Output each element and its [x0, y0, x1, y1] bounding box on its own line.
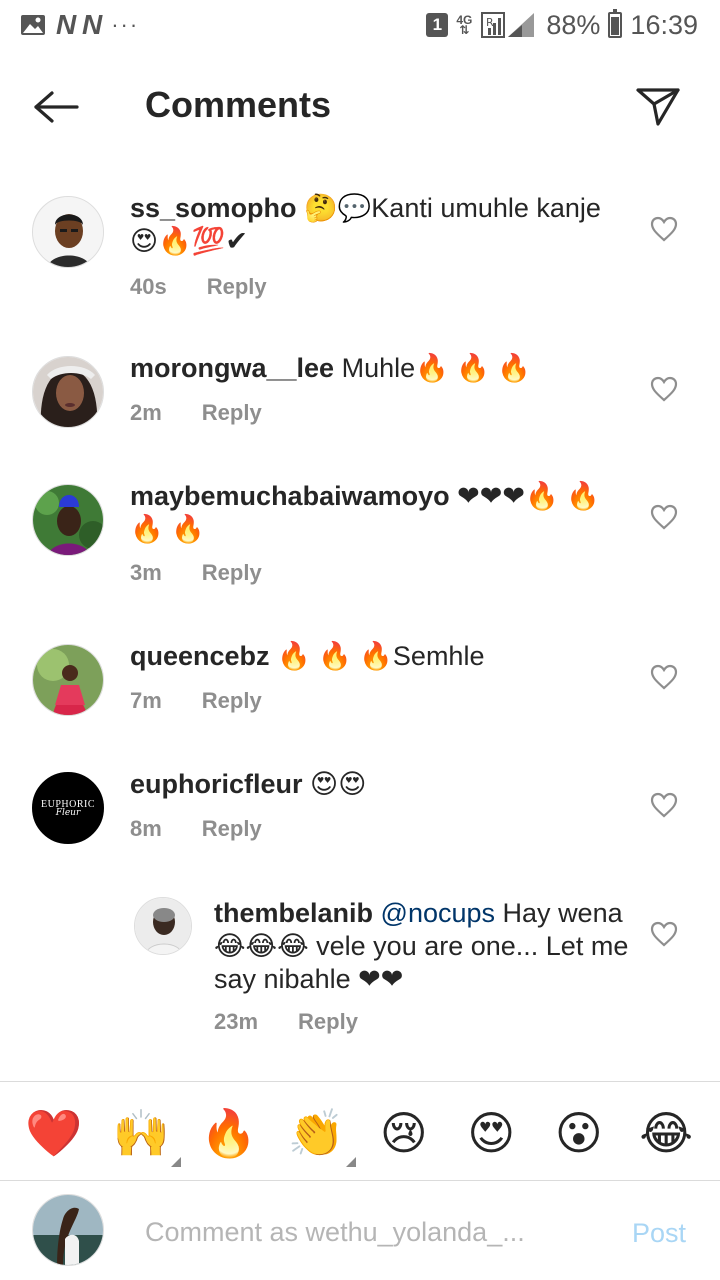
comment-meta: 23m Reply	[214, 1009, 358, 1035]
comment-message: 🔥 🔥 🔥Semhle	[277, 641, 485, 671]
header: Comments	[0, 62, 720, 152]
avatar[interactable]	[134, 897, 192, 955]
comment-meta: 3m Reply	[130, 560, 262, 586]
comment-username[interactable]: thembelanib	[214, 898, 373, 928]
divider	[0, 1180, 720, 1181]
back-button[interactable]	[28, 84, 84, 130]
reply-button[interactable]: Reply	[202, 688, 262, 714]
comment-time: 23m	[214, 1009, 259, 1034]
reply-button[interactable]: Reply	[202, 560, 262, 586]
comment-username[interactable]: queencebz	[130, 641, 270, 671]
comment-item: queencebz 🔥 🔥 🔥Semhle 7m Reply	[0, 638, 720, 728]
comment-time: 3m	[130, 560, 162, 585]
comment-message: 😍😍	[310, 769, 367, 799]
like-heart-icon[interactable]	[650, 664, 678, 690]
comment-username[interactable]: maybemuchabaiwamoyo	[130, 481, 450, 511]
comment-item: ss_somopho 🤔💬Kanti umuhle kanje 😍🔥💯✔ 40s…	[0, 190, 720, 310]
clock: 16:39	[630, 9, 698, 40]
like-heart-icon[interactable]	[650, 216, 678, 242]
avatar[interactable]	[32, 644, 104, 716]
share-button[interactable]	[630, 80, 686, 132]
reply-comment-item: thembelanib @nocups Hay wena 😂😂😂 vele yo…	[0, 895, 720, 1045]
emoji-laughing-button[interactable]: 😂	[636, 1107, 696, 1159]
skin-tone-indicator	[171, 1157, 182, 1167]
comment-time: 7m	[130, 688, 162, 713]
reply-button[interactable]: Reply	[207, 274, 267, 300]
comment-text: maybemuchabaiwamoyo ❤❤❤🔥 🔥 🔥 🔥	[130, 480, 630, 546]
battery-percent: 88%	[546, 9, 601, 40]
like-heart-icon[interactable]	[650, 504, 678, 530]
emoji-heart-button[interactable]: ❤️	[24, 1107, 84, 1159]
gallery-icon	[21, 15, 45, 35]
comment-text: morongwa__lee Muhle🔥 🔥 🔥	[130, 352, 630, 385]
comment-text: ss_somopho 🤔💬Kanti umuhle kanje 😍🔥💯✔	[130, 192, 630, 258]
comment-time: 2m	[130, 400, 162, 425]
mention-link[interactable]: @nocups	[381, 898, 495, 928]
emoji-clap-button[interactable]: 👏	[286, 1107, 357, 1167]
emoji-crying-button[interactable]: 😢	[374, 1107, 434, 1159]
sim-badge: 1	[426, 13, 449, 37]
like-heart-icon[interactable]	[650, 921, 678, 947]
comment-text: thembelanib @nocups Hay wena 😂😂😂 vele yo…	[214, 897, 634, 996]
battery-icon	[608, 9, 623, 38]
divider	[0, 1081, 720, 1082]
svg-text:R: R	[486, 16, 494, 29]
comment-item: morongwa__lee Muhle🔥 🔥 🔥 2m Reply	[0, 350, 720, 440]
like-heart-icon[interactable]	[650, 792, 678, 818]
carrier-marks: N N	[56, 9, 102, 40]
emoji-quick-bar: ❤️ 🙌 🔥 👏 😢 😍 😮 😂	[0, 1090, 720, 1176]
comment-meta: 40s Reply	[130, 274, 267, 300]
comment-time: 40s	[130, 274, 167, 299]
comment-username[interactable]: morongwa__lee	[130, 353, 334, 383]
reply-button[interactable]: Reply	[298, 1009, 358, 1035]
avatar[interactable]	[32, 356, 104, 428]
comment-text: queencebz 🔥 🔥 🔥Semhle	[130, 640, 630, 673]
avatar[interactable]: EUPHORIC Fleur	[32, 772, 104, 844]
comment-item: EUPHORIC Fleur euphoricfleur 😍😍 8m Reply	[0, 766, 720, 856]
comment-meta: 8m Reply	[130, 816, 262, 842]
like-heart-icon[interactable]	[650, 376, 678, 402]
reply-button[interactable]: Reply	[202, 816, 262, 842]
page-title: Comments	[145, 84, 332, 125]
emoji-fire-button[interactable]: 🔥	[199, 1107, 259, 1159]
reply-button[interactable]: Reply	[202, 400, 262, 426]
emoji-surprised-button[interactable]: 😮	[549, 1107, 609, 1159]
comment-meta: 2m Reply	[130, 400, 262, 426]
comment-meta: 7m Reply	[130, 688, 262, 714]
skin-tone-indicator	[346, 1157, 357, 1167]
status-bar: N N ··· 1 4G ⇅ R 88% 16:39	[0, 0, 720, 50]
network-type: 4G ⇅	[456, 13, 473, 37]
comment-username[interactable]: euphoricfleur	[130, 769, 303, 799]
my-avatar	[32, 1194, 104, 1266]
send-icon	[636, 88, 680, 126]
avatar[interactable]	[32, 196, 104, 268]
back-arrow-icon	[34, 91, 79, 123]
signal-icon: R	[481, 12, 535, 38]
emoji-raised-hands-button[interactable]: 🙌	[111, 1107, 182, 1167]
avatar-logo-script: Fleur	[55, 807, 81, 818]
post-button[interactable]: Post	[632, 1218, 686, 1249]
emoji-heart-eyes-button[interactable]: 😍	[461, 1107, 521, 1159]
comment-composer: Post	[0, 1190, 720, 1280]
comment-time: 8m	[130, 816, 162, 841]
avatar[interactable]	[32, 484, 104, 556]
more-notifications: ···	[111, 12, 140, 37]
comment-item: maybemuchabaiwamoyo ❤❤❤🔥 🔥 🔥 🔥 3m Reply	[0, 478, 720, 598]
comment-message: Muhle🔥 🔥 🔥	[341, 353, 531, 383]
comment-input[interactable]	[145, 1212, 545, 1252]
comment-username[interactable]: ss_somopho	[130, 193, 297, 223]
comment-text: euphoricfleur 😍😍	[130, 768, 630, 801]
